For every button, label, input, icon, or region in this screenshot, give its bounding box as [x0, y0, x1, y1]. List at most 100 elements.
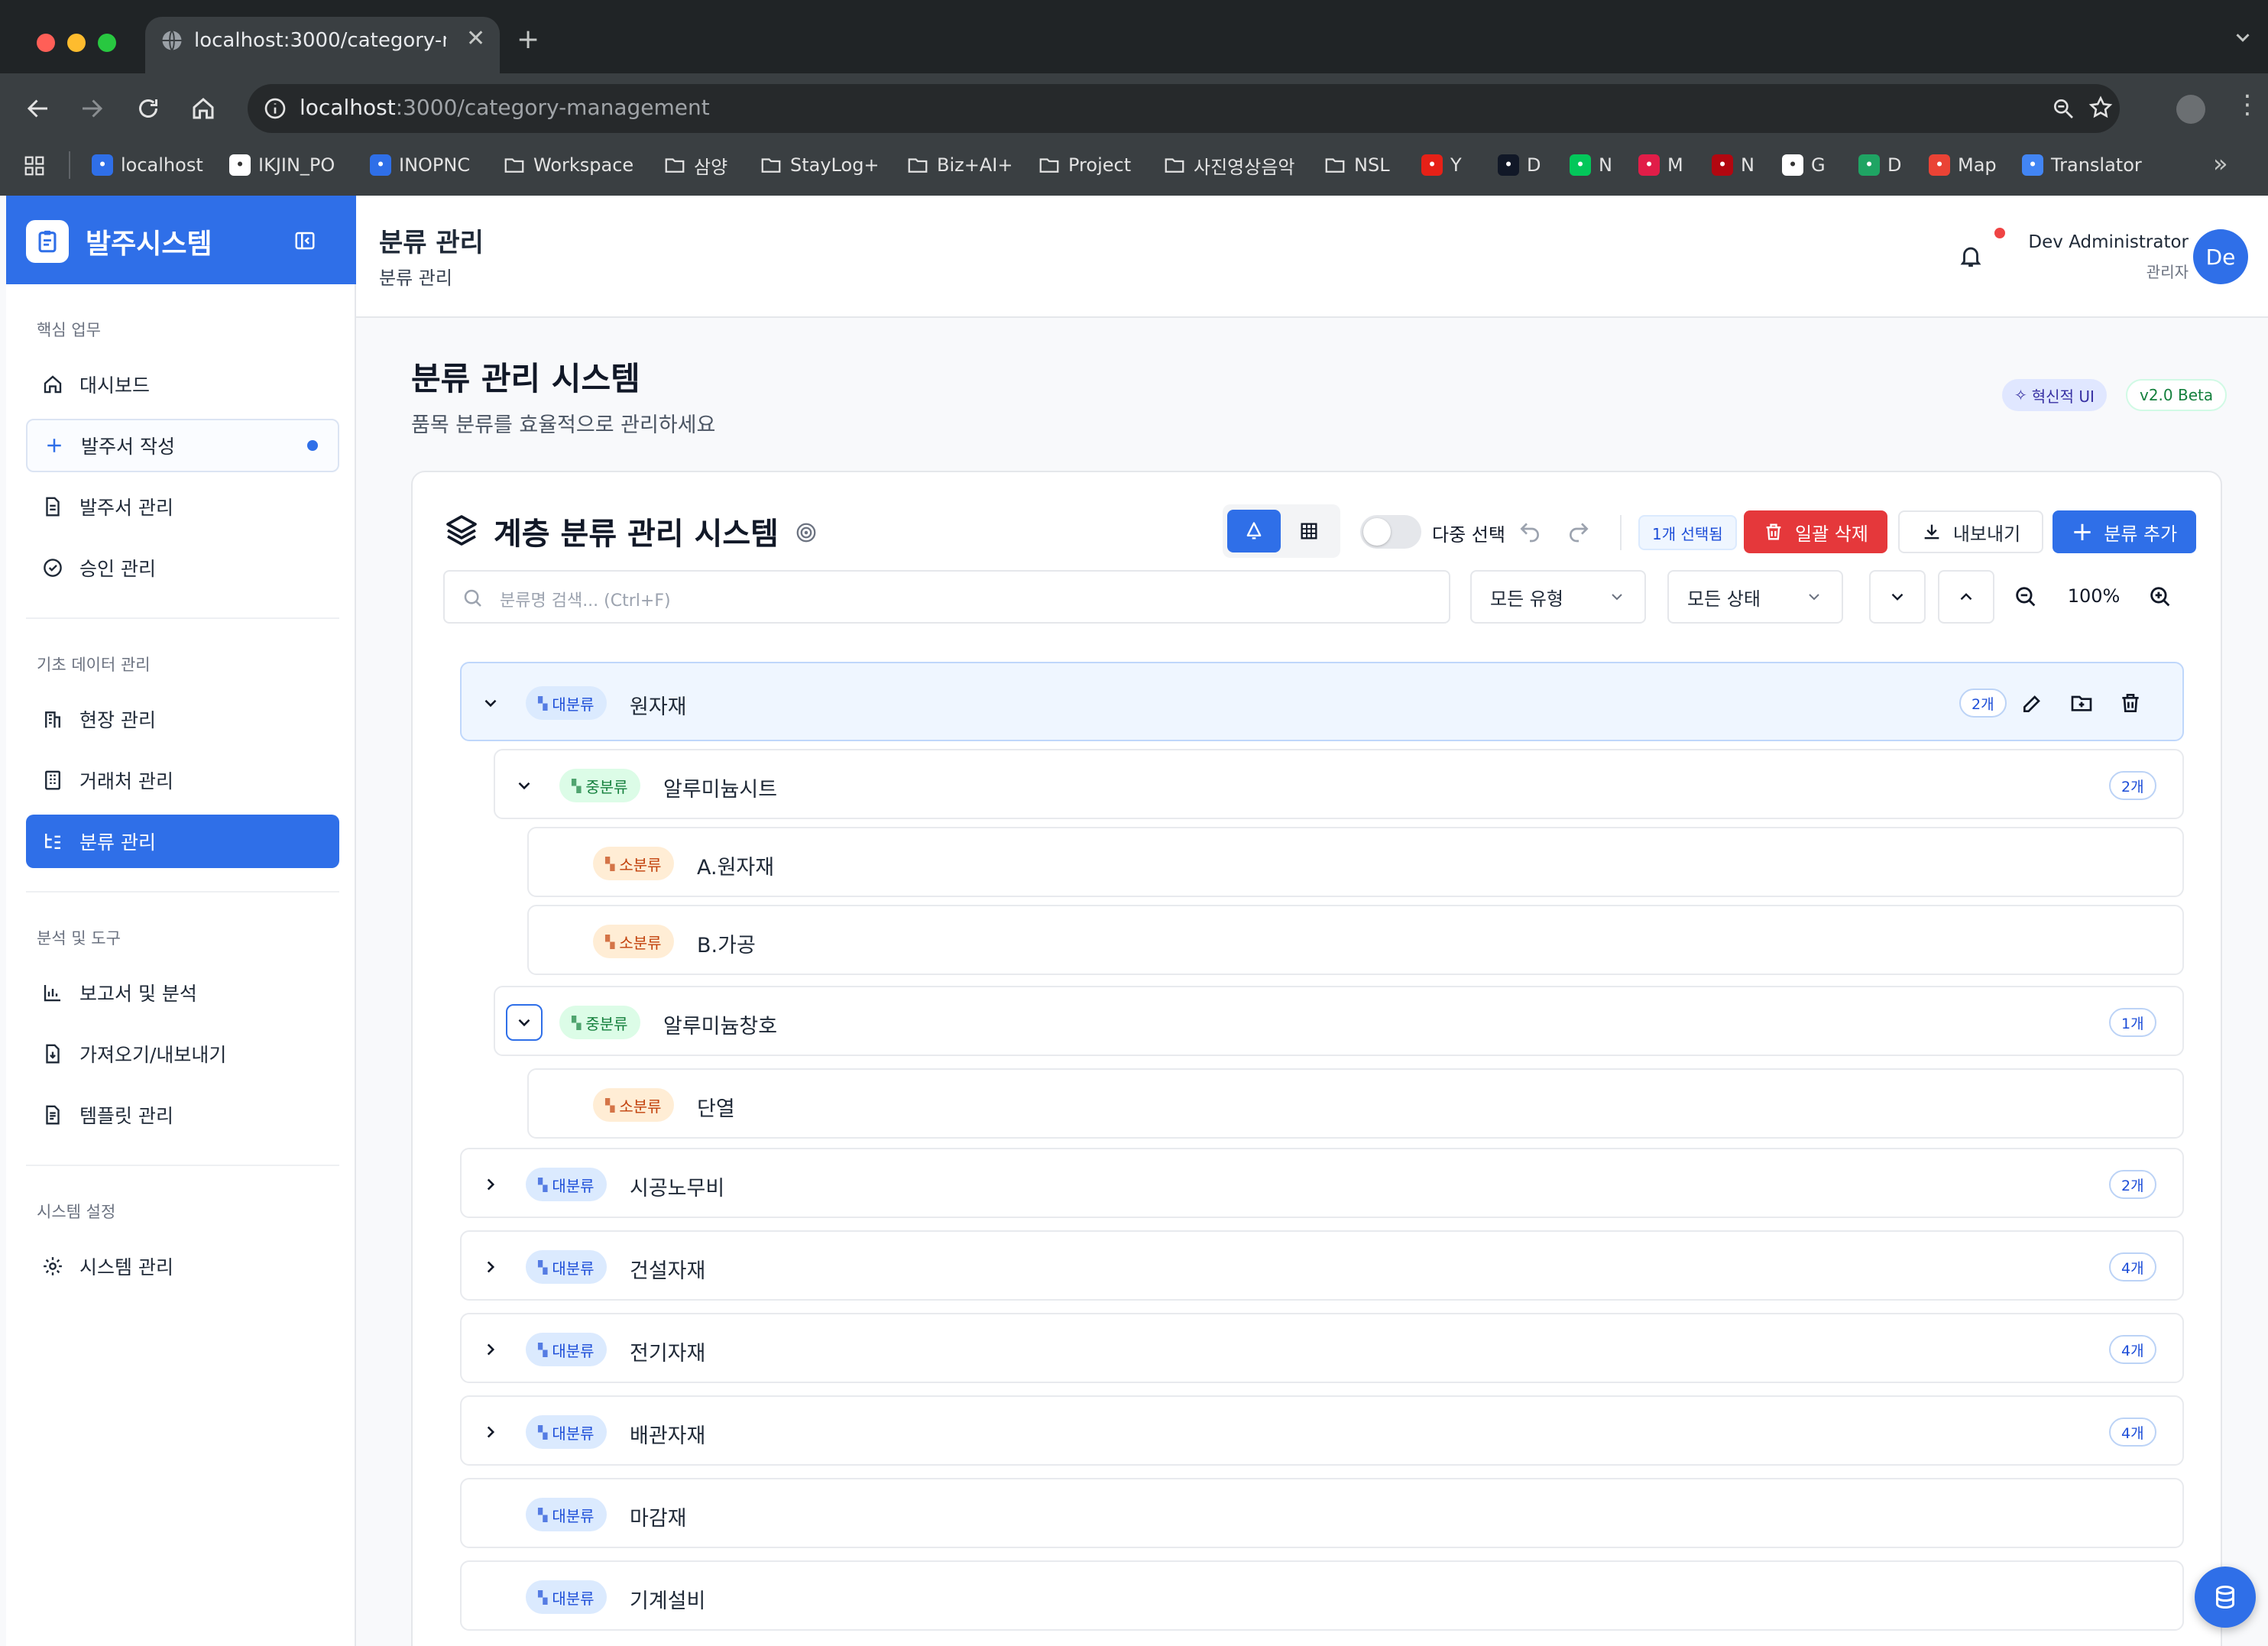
- tree-row[interactable]: ▚ 대분류 마감재: [460, 1478, 2184, 1548]
- search-input[interactable]: 분류명 검색... (Ctrl+F): [443, 570, 1450, 624]
- level-tag-icon: ▚: [605, 934, 615, 949]
- export-button[interactable]: 내보내기: [1898, 510, 2043, 553]
- type-filter-select[interactable]: 모든 유형: [1470, 570, 1646, 624]
- sidebar-item-settings[interactable]: 시스템 관리: [26, 1239, 339, 1293]
- chevron-down-icon[interactable]: [472, 685, 509, 721]
- back-icon[interactable]: [24, 95, 52, 122]
- level-tag-label: 소분류: [619, 855, 662, 874]
- bookmark-item[interactable]: • N: [1570, 147, 1612, 183]
- collapse-sidebar-icon[interactable]: [293, 229, 316, 252]
- home-icon: [26, 373, 79, 396]
- zoom-out-icon[interactable]: [2013, 584, 2039, 610]
- multi-select-toggle[interactable]: [1360, 515, 1421, 549]
- bookmark-item[interactable]: • N: [1712, 147, 1754, 183]
- bookmark-item[interactable]: 사진영상음악: [1163, 147, 1294, 183]
- sidebar-item-category-tree[interactable]: 분류 관리: [26, 815, 339, 868]
- minimize-window-button[interactable]: [67, 34, 86, 52]
- reload-icon[interactable]: [134, 95, 162, 122]
- child-count-badge: 2개: [2109, 771, 2156, 800]
- import-export-icon: [26, 1042, 79, 1065]
- collapse-all-button[interactable]: [1938, 570, 1994, 624]
- bell-icon[interactable]: [1958, 243, 1984, 269]
- more-bookmarks-icon[interactable]: »: [2213, 151, 2228, 176]
- tab-search-chevron-icon[interactable]: [2231, 26, 2254, 49]
- add-category-button[interactable]: + 분류 추가: [2053, 510, 2196, 553]
- tree-row[interactable]: ▚ 대분류 건설자재 4개: [460, 1230, 2184, 1301]
- sidebar-item-building[interactable]: 현장 관리: [26, 692, 339, 746]
- tree-row[interactable]: ▚ 대분류 전기자재 4개: [460, 1313, 2184, 1383]
- bookmark-item[interactable]: Biz+AI+: [906, 147, 1013, 183]
- bookmark-item[interactable]: • D: [1858, 147, 1901, 183]
- sidebar-item-pen-plus[interactable]: 발주서 작성: [26, 419, 339, 472]
- status-filter-select[interactable]: 모든 상태: [1667, 570, 1843, 624]
- maximize-window-button[interactable]: [98, 34, 116, 52]
- bookmark-item[interactable]: • Map: [1929, 147, 1997, 183]
- chevron-right-icon[interactable]: [472, 1249, 509, 1285]
- forward-icon[interactable]: [78, 95, 105, 122]
- bookmark-item[interactable]: • localhost: [92, 147, 203, 183]
- tree-row[interactable]: ▚ 소분류 A.원자재: [527, 827, 2184, 897]
- bookmark-item[interactable]: Project: [1038, 147, 1131, 183]
- tree-row[interactable]: ▚ 중분류 알루미늄시트 2개: [494, 749, 2184, 819]
- sidebar-item-template[interactable]: 템플릿 관리: [26, 1088, 339, 1142]
- bookmark-item[interactable]: 삼양: [663, 147, 727, 183]
- level-tag-icon: ▚: [605, 1097, 615, 1113]
- breadcrumb[interactable]: 분류 관리: [379, 263, 452, 290]
- bookmark-item[interactable]: • INOPNC: [370, 147, 470, 183]
- zoom-in-icon[interactable]: [2147, 584, 2173, 610]
- sidebar-item-import-export[interactable]: 가져오기/내보내기: [26, 1027, 339, 1081]
- apps-grid-icon[interactable]: [23, 154, 46, 177]
- bookmark-item[interactable]: Workspace: [503, 147, 633, 183]
- expand-all-button[interactable]: [1869, 570, 1926, 624]
- bookmark-item[interactable]: NSL: [1324, 147, 1390, 183]
- sidebar-item-document[interactable]: 발주서 관리: [26, 480, 339, 533]
- avatar[interactable]: De: [2193, 229, 2248, 284]
- tree-row[interactable]: ▚ 대분류 기계설비: [460, 1560, 2184, 1631]
- sidebar-item-label: 승인 관리: [79, 558, 156, 580]
- add-subfolder-icon[interactable]: [2069, 691, 2094, 715]
- chevron-right-icon[interactable]: [472, 1414, 509, 1450]
- chevron-down-icon[interactable]: [506, 767, 543, 804]
- sidebar-item-check-circle[interactable]: 승인 관리: [26, 541, 339, 595]
- bookmark-star-icon[interactable]: [2088, 95, 2114, 121]
- bookmark-item[interactable]: • G: [1782, 147, 1826, 183]
- new-tab-icon[interactable]: +: [517, 26, 539, 53]
- chevron-down-icon[interactable]: [506, 1004, 543, 1041]
- database-fab-button[interactable]: [2195, 1567, 2256, 1628]
- zoom-lens-icon[interactable]: [2051, 96, 2075, 121]
- tree-row[interactable]: ▚ 소분류 단열: [527, 1068, 2184, 1139]
- bookmark-item[interactable]: • M: [1638, 147, 1683, 183]
- undo-icon[interactable]: [1518, 520, 1542, 544]
- level-tag-label: 대분류: [552, 1259, 595, 1278]
- more-menu-icon[interactable]: ⋮: [2234, 92, 2260, 118]
- tree-row[interactable]: ▚ 소분류 B.가공: [527, 905, 2184, 975]
- bulk-delete-button[interactable]: 일괄 삭제: [1744, 510, 1887, 553]
- tree-row[interactable]: ▚ 중분류 알루미늄창호 1개: [494, 986, 2184, 1056]
- profile-avatar[interactable]: [2176, 95, 2205, 124]
- address-bar[interactable]: localhost:3000/category-management: [248, 84, 2120, 133]
- chevron-right-icon[interactable]: [472, 1166, 509, 1203]
- edit-icon[interactable]: [2020, 691, 2045, 715]
- sidebar-item-bar-chart[interactable]: 보고서 및 분석: [26, 966, 339, 1019]
- bookmark-item[interactable]: • Y: [1421, 147, 1462, 183]
- home-icon[interactable]: [190, 95, 217, 122]
- sidebar-item-vendor[interactable]: 거래처 관리: [26, 753, 339, 807]
- active-dot: [307, 440, 318, 451]
- tree-view-button[interactable]: [1227, 510, 1281, 552]
- browser-tab[interactable]: localhost:3000/category-management ✕: [145, 17, 500, 73]
- chevron-right-icon[interactable]: [472, 1331, 509, 1368]
- bookmark-item[interactable]: • Translator: [2022, 147, 2142, 183]
- tree-row[interactable]: ▚ 대분류 시공노무비 2개: [460, 1148, 2184, 1218]
- sidebar-item-home[interactable]: 대시보드: [26, 358, 339, 411]
- site-info-icon[interactable]: [263, 96, 287, 121]
- redo-icon[interactable]: [1567, 520, 1591, 544]
- close-tab-icon[interactable]: ✕: [466, 28, 485, 50]
- trash-icon[interactable]: [2118, 691, 2143, 715]
- tree-row[interactable]: ▚ 대분류 원자재 2개: [460, 662, 2184, 741]
- bookmark-item[interactable]: StayLog+: [760, 147, 880, 183]
- grid-view-button[interactable]: [1282, 510, 1336, 552]
- bookmark-item[interactable]: • IKJIN_PO: [229, 147, 335, 183]
- tree-row[interactable]: ▚ 대분류 배관자재 4개: [460, 1395, 2184, 1466]
- close-window-button[interactable]: [37, 34, 55, 52]
- bookmark-item[interactable]: • D: [1498, 147, 1541, 183]
